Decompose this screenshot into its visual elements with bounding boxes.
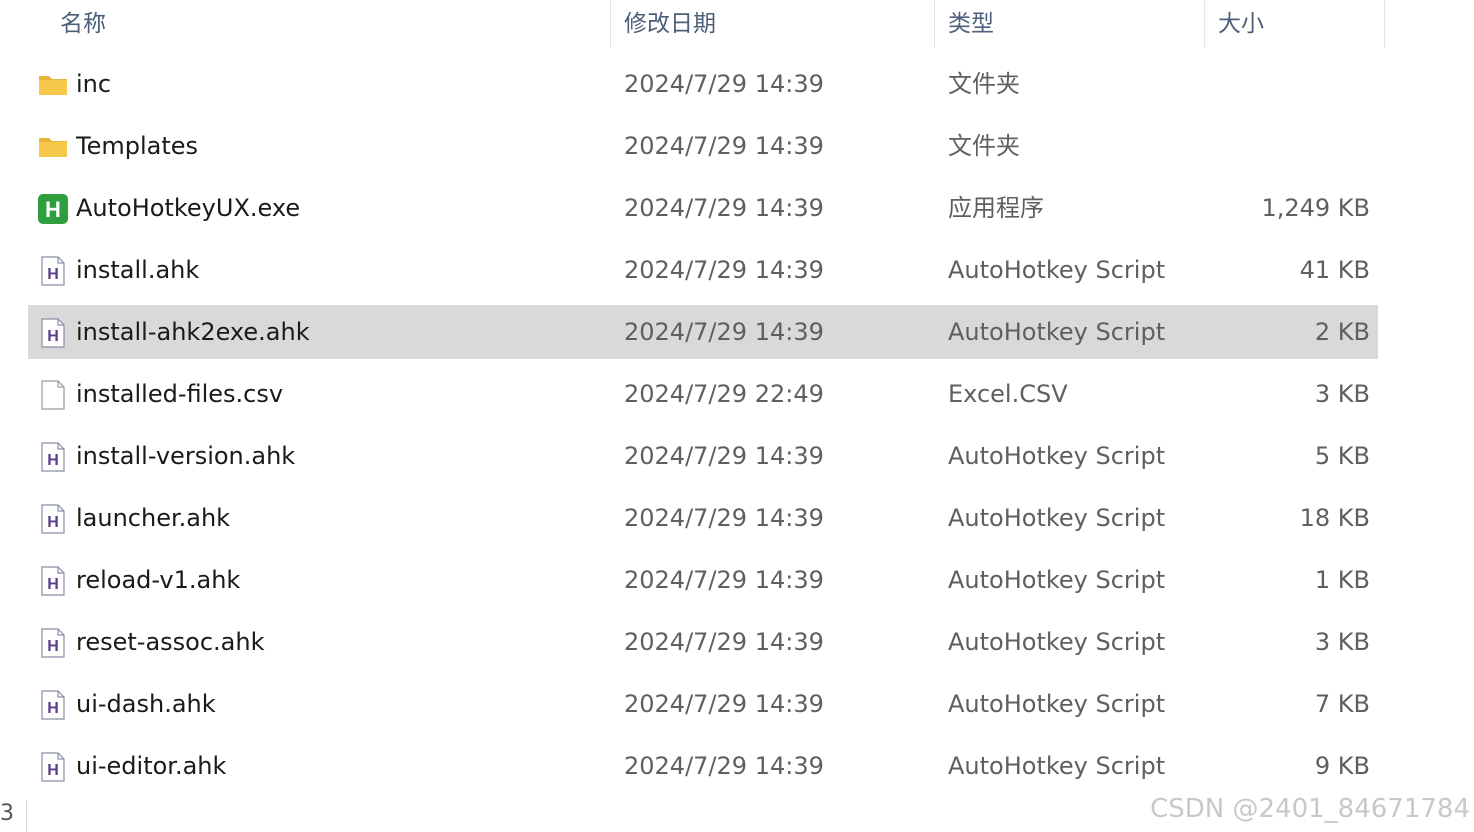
file-size: 2 KB — [1314, 318, 1370, 346]
file-name: install.ahk — [76, 256, 200, 284]
file-size: 41 KB — [1299, 256, 1370, 284]
file-size: 18 KB — [1299, 504, 1370, 532]
column-divider[interactable] — [1384, 0, 1385, 48]
svg-text:H: H — [47, 576, 59, 593]
file-modified-date: 2024/7/29 14:39 — [624, 442, 824, 470]
svg-text:H: H — [47, 700, 59, 717]
file-row[interactable]: Hinstall.ahk 2024/7/29 14:39 AutoHotkey Sc… — [28, 243, 1378, 297]
svg-text:H: H — [45, 197, 61, 222]
file-type: 应用程序 — [948, 194, 1044, 222]
file-name: inc — [76, 70, 112, 98]
column-header-bar: 名称 ^ 修改日期 类型 大小 — [0, 0, 1474, 48]
file-modified-date: 2024/7/29 14:39 — [624, 752, 824, 780]
svg-text:H: H — [47, 266, 59, 283]
column-header-type[interactable]: 类型 — [936, 0, 1204, 48]
file-type: 文件夹 — [948, 132, 1020, 160]
column-divider[interactable] — [1204, 0, 1205, 48]
file-type: AutoHotkey Script — [948, 566, 1166, 594]
file-row[interactable]: Templates 2024/7/29 14:39 文件夹 — [28, 119, 1378, 173]
svg-text:H: H — [47, 514, 59, 531]
file-row[interactable]: installed-files.csv 2024/7/29 22:49 Excel.… — [28, 367, 1378, 421]
column-header-name-label: 名称 — [60, 11, 106, 37]
autohotkey-exe-icon: H — [38, 194, 68, 224]
file-name: Templates — [76, 132, 199, 160]
file-name: install-version.ahk — [76, 442, 296, 470]
column-header-type-label: 类型 — [948, 11, 994, 37]
file-name: ui-dash.ahk — [76, 690, 216, 718]
edge-text: 3 — [0, 801, 14, 826]
file-type: AutoHotkey Script — [948, 628, 1166, 656]
file-modified-date: 2024/7/29 14:39 — [624, 690, 824, 718]
file-size: 5 KB — [1314, 442, 1370, 470]
file-row[interactable]: Hreload-v1.ahk 2024/7/29 14:39 AutoHotkey … — [28, 553, 1378, 607]
file-size: 1,249 KB — [1261, 194, 1370, 222]
file-name: reload-v1.ahk — [76, 566, 241, 594]
file-type: AutoHotkey Script — [948, 690, 1166, 718]
ahk-script-icon: H — [38, 628, 68, 658]
file-name: ui-editor.ahk — [76, 752, 227, 780]
svg-text:H: H — [47, 762, 59, 779]
file-type: AutoHotkey Script — [948, 442, 1166, 470]
file-modified-date: 2024/7/29 14:39 — [624, 318, 824, 346]
file-name: reset-assoc.ahk — [76, 628, 265, 656]
file-name: AutoHotkeyUX.exe — [76, 194, 301, 222]
file-size: 3 KB — [1314, 628, 1370, 656]
file-modified-date: 2024/7/29 14:39 — [624, 566, 824, 594]
file-modified-date: 2024/7/29 22:49 — [624, 380, 824, 408]
ahk-script-icon: H — [38, 690, 68, 720]
divider — [26, 800, 27, 832]
ahk-script-icon: H — [38, 752, 68, 782]
file-modified-date: 2024/7/29 14:39 — [624, 70, 824, 98]
file-size: 7 KB — [1314, 690, 1370, 718]
file-modified-date: 2024/7/29 14:39 — [624, 194, 824, 222]
watermark: CSDN @2401_84671784 — [1150, 794, 1470, 824]
file-row[interactable]: inc 2024/7/29 14:39 文件夹 — [28, 57, 1378, 111]
file-row[interactable]: Hreset-assoc.ahk 2024/7/29 14:39 AutoHotke… — [28, 615, 1378, 669]
sort-ascending-icon: ^ — [321, 0, 333, 10]
blank-file-icon — [38, 380, 68, 410]
file-type: AutoHotkey Script — [948, 256, 1166, 284]
file-modified-date: 2024/7/29 14:39 — [624, 504, 824, 532]
file-row[interactable]: Hinstall-ahk2exe.ahk 2024/7/29 14:39 AutoH… — [28, 305, 1378, 359]
svg-text:H: H — [47, 452, 59, 469]
file-row[interactable]: H AutoHotkeyUX.exe 2024/7/29 14:39 应用程序 1,24… — [28, 181, 1378, 235]
ahk-script-icon: H — [38, 318, 68, 348]
file-size: 9 KB — [1314, 752, 1370, 780]
file-row[interactable]: Hlauncher.ahk 2024/7/29 14:39 AutoHotkey S… — [28, 491, 1378, 545]
column-header-modified-label: 修改日期 — [624, 11, 716, 37]
ahk-script-icon: H — [38, 566, 68, 596]
file-name: install-ahk2exe.ahk — [76, 318, 310, 346]
file-name: launcher.ahk — [76, 504, 231, 532]
file-type: AutoHotkey Script — [948, 504, 1166, 532]
file-type: Excel.CSV — [948, 380, 1068, 408]
file-row[interactable]: Hinstall-version.ahk 2024/7/29 14:39 AutoH… — [28, 429, 1378, 483]
file-row[interactable]: Hui-dash.ahk 2024/7/29 14:39 AutoHotkey Sc… — [28, 677, 1378, 731]
file-type: 文件夹 — [948, 70, 1020, 98]
file-name: installed-files.csv — [76, 380, 284, 408]
column-header-size-label: 大小 — [1218, 11, 1264, 37]
file-size: 3 KB — [1314, 380, 1370, 408]
file-type: AutoHotkey Script — [948, 318, 1166, 346]
file-type: AutoHotkey Script — [948, 752, 1166, 780]
file-modified-date: 2024/7/29 14:39 — [624, 132, 824, 160]
column-header-modified[interactable]: 修改日期 — [612, 0, 934, 48]
ahk-script-icon: H — [38, 256, 68, 286]
column-divider[interactable] — [610, 0, 611, 48]
svg-text:H: H — [47, 638, 59, 655]
svg-text:H: H — [47, 328, 59, 345]
folder-icon — [38, 70, 68, 100]
file-size: 1 KB — [1314, 566, 1370, 594]
column-divider[interactable] — [934, 0, 935, 48]
file-modified-date: 2024/7/29 14:39 — [624, 256, 824, 284]
file-explorer: 名称 ^ 修改日期 类型 大小 inc 2024/7/29 14:39 文件夹 Tem… — [0, 0, 1474, 832]
file-modified-date: 2024/7/29 14:39 — [624, 628, 824, 656]
file-row[interactable]: Hui-editor.ahk 2024/7/29 14:39 AutoHotkey … — [28, 739, 1378, 793]
ahk-script-icon: H — [38, 442, 68, 472]
ahk-script-icon: H — [38, 504, 68, 534]
folder-icon — [38, 132, 68, 162]
column-header-size[interactable]: 大小 — [1206, 0, 1384, 48]
